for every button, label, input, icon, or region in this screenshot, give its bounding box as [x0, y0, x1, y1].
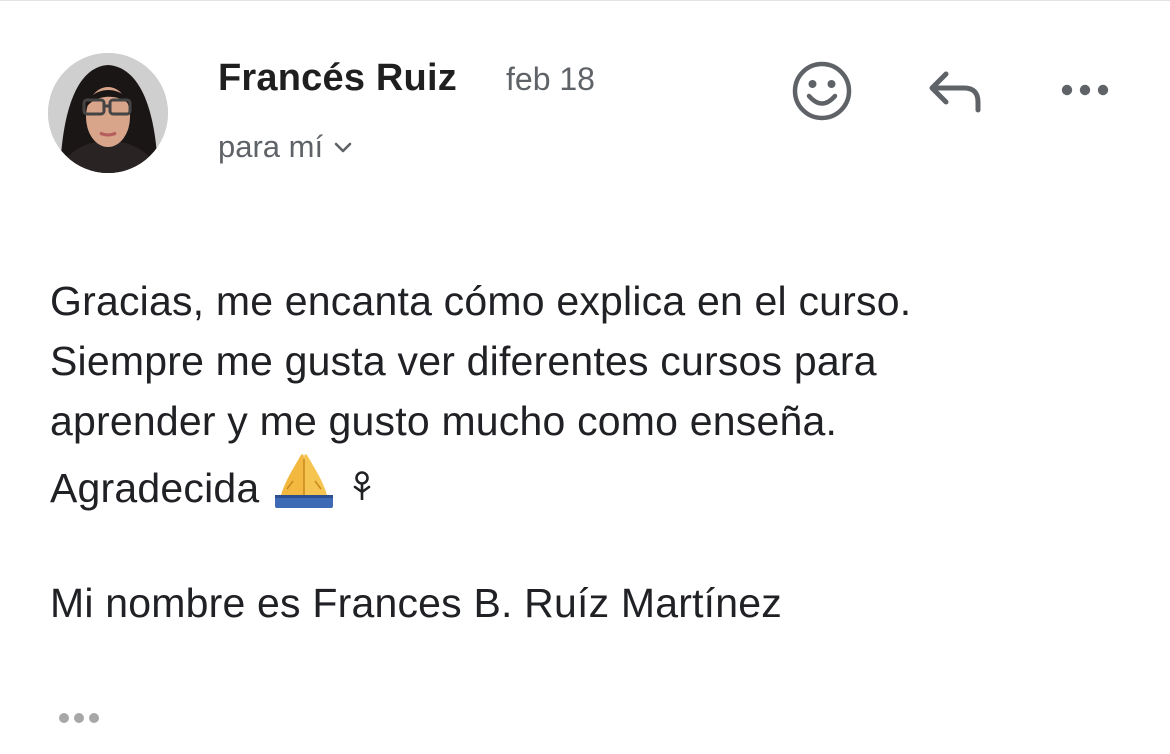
- rosette-icon: [349, 458, 375, 518]
- message-body: Gracias, me encanta cómo explica en el c…: [50, 271, 1140, 633]
- body-line-closing: Agradecida: [50, 451, 1140, 525]
- body-line: Siempre me gusta ver diferentes cursos p…: [50, 338, 877, 384]
- chevron-down-icon: [333, 140, 353, 159]
- show-trimmed-content-button[interactable]: [50, 703, 108, 733]
- body-line: aprender y me gusto mucho como enseña.: [50, 398, 838, 444]
- message-date: feb 18: [506, 61, 595, 97]
- avatar-photo: [48, 53, 168, 173]
- email-message-view: Francés Ruiz feb 18 para mí Gracias, me …: [0, 0, 1170, 754]
- recipient-details-toggle[interactable]: para mí: [218, 129, 353, 165]
- more-options-button[interactable]: [1052, 63, 1118, 117]
- emoji-reaction-button[interactable]: [788, 57, 856, 125]
- ellipsis-dot: [74, 713, 84, 723]
- recipient-label: para mí: [218, 129, 324, 164]
- more-horizontal-icon: [1061, 84, 1109, 96]
- reply-button[interactable]: [920, 59, 990, 123]
- reply-arrow-icon: [929, 71, 981, 113]
- ellipsis-dot: [59, 713, 69, 723]
- sender-avatar[interactable]: [48, 53, 168, 173]
- smiley-icon: [792, 61, 852, 121]
- closing-word: Agradecida: [50, 465, 260, 511]
- sender-name[interactable]: Francés Ruiz: [218, 57, 457, 100]
- ellipsis-dot: [89, 713, 99, 723]
- folded-hands-emoji: [273, 451, 335, 525]
- signature: Mi nombre es Frances B. Ruíz Martínez: [50, 580, 782, 626]
- body-line: Gracias, me encanta cómo explica en el c…: [50, 278, 912, 324]
